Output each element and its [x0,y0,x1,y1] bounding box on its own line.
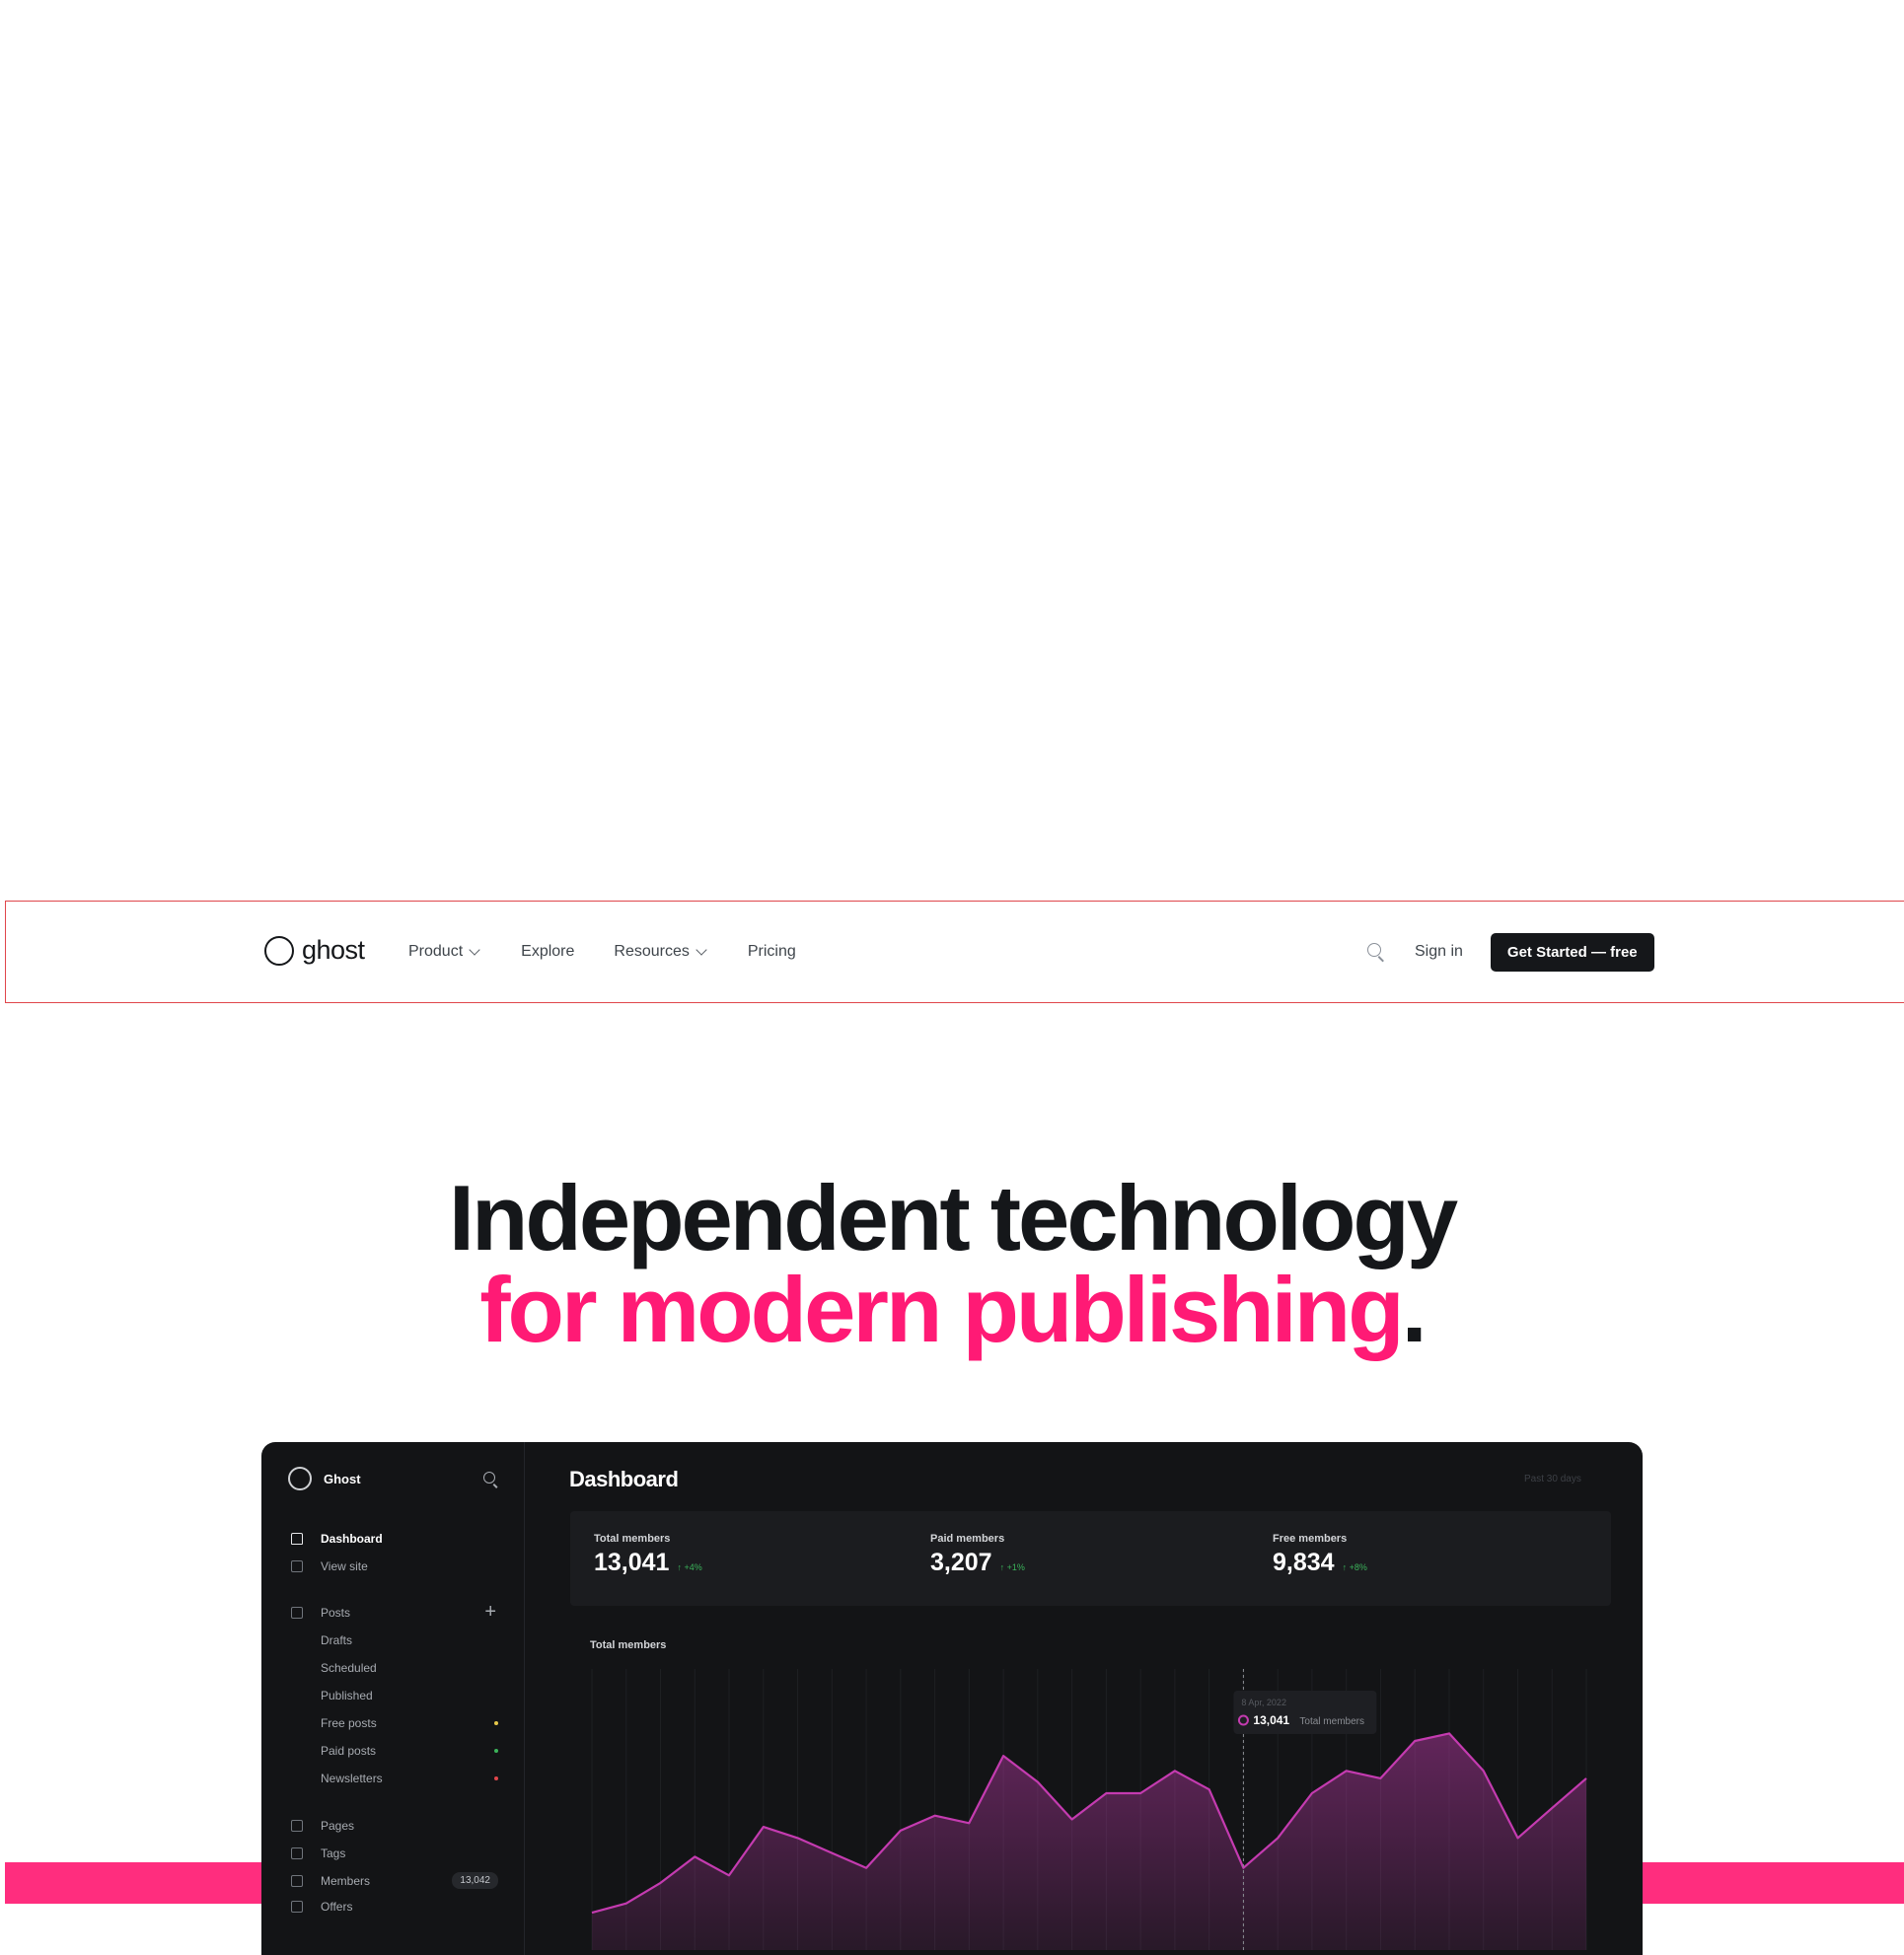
period-select[interactable]: Past 30 days [1524,1474,1581,1484]
stat-change: ↑ +1% [999,1562,1025,1572]
sidebar-item-label: Posts [321,1606,351,1620]
status-dot [494,1721,498,1725]
sidebar-item-label: Scheduled [321,1661,377,1675]
stat-change: ↑ +8% [1342,1562,1367,1572]
nav-pricing-label: Pricing [747,943,796,960]
nav-resources-label: Resources [614,943,690,960]
search-icon[interactable] [483,1472,499,1487]
edit-icon [291,1607,303,1619]
dashboard-title: Dashboard [569,1467,679,1491]
page-icon [291,1820,303,1832]
hero-period: . [1401,1258,1428,1361]
sidebar-item-paid-posts[interactable]: Paid posts [291,1741,498,1761]
sidebar-item-tags[interactable]: Tags [291,1844,498,1863]
stat-value: 3,207 [930,1549,992,1576]
stat-change: ↑ +4% [677,1562,702,1572]
ghost-logo-icon [288,1467,312,1490]
hero-title-line1: Independent technology [448,1166,1458,1269]
stat-free-members: Free members 9,834 ↑ +8% [1273,1533,1367,1577]
chart-area [592,1733,1586,1950]
dashboard-sidebar: Ghost Dashboard View site Posts + Drafts … [261,1442,525,1955]
status-dot [494,1776,498,1780]
plus-icon[interactable]: + [484,1601,496,1624]
nav-explore-label: Explore [521,943,575,960]
nav-pricing[interactable]: Pricing [748,943,796,961]
sidebar-item-view-site[interactable]: View site [291,1557,498,1576]
members-count-badge: 13,042 [452,1872,498,1889]
sidebar-item-label: Newsletters [321,1772,383,1785]
sidebar-item-drafts[interactable]: Drafts [291,1630,498,1650]
members-icon [291,1875,303,1887]
sidebar-item-published[interactable]: Published [291,1686,498,1705]
sidebar-item-scheduled[interactable]: Scheduled [291,1658,498,1678]
sidebar-item-dashboard[interactable]: Dashboard [291,1529,498,1549]
sidebar-item-members[interactable]: Members 13,042 [291,1871,498,1891]
search-icon[interactable] [1365,941,1387,963]
nav-explore[interactable]: Explore [521,943,574,961]
ghost-logo-icon [264,935,294,966]
nav-resources[interactable]: Resources [614,943,707,961]
tooltip-label: Total members [1299,1716,1364,1727]
dashboard-preview: Ghost Dashboard View site Posts + Drafts … [261,1442,1643,1955]
nav-links: Product Explore Resources Pricing [408,902,796,1002]
stat-label: Paid members [930,1533,1005,1545]
home-icon [291,1533,303,1545]
nav-actions: Sign in Get Started — free [1365,902,1654,1002]
sidebar-item-free-posts[interactable]: Free posts [291,1713,498,1733]
site-header: Ghost [288,1467,361,1490]
percent-icon [291,1901,303,1913]
sidebar-item-label: Members [321,1874,371,1888]
layout-icon [291,1560,303,1572]
sidebar-item-posts[interactable]: Posts + [291,1601,498,1624]
signin-link[interactable]: Sign in [1415,943,1463,961]
hero-title-line2: for modern publishing. [0,1261,1904,1359]
ghost-logo[interactable]: ghost [264,935,365,966]
sidebar-item-newsletters[interactable]: Newsletters [291,1769,498,1788]
tag-icon [291,1847,303,1859]
sidebar-item-label: Published [321,1689,373,1702]
chart-svg[interactable]: 8 Apr, 202213,041Total members19 Mar, 20… [570,1629,1611,1955]
sidebar-item-offers[interactable]: Offers [291,1897,498,1917]
sidebar-item-label: Tags [321,1846,346,1860]
site-name: Ghost [324,1471,361,1486]
sidebar-item-label: Paid posts [321,1744,377,1758]
sidebar-item-pages[interactable]: Pages [291,1816,498,1836]
sidebar-item-label: Drafts [321,1633,353,1647]
top-navbar: ghost Product Explore Resources Pricing … [5,901,1904,1003]
logo-text: ghost [302,935,365,965]
stat-paid-members: Paid members 3,207 ↑ +1% [930,1533,1025,1577]
stat-value: 9,834 [1273,1549,1335,1576]
chevron-down-icon [469,943,480,956]
sidebar-item-label: Pages [321,1819,355,1833]
sidebar-item-label: View site [321,1559,368,1573]
sidebar-item-label: Free posts [321,1716,377,1730]
sidebar-item-label: Offers [321,1900,353,1914]
get-started-button[interactable]: Get Started — free [1490,932,1654,972]
stat-label: Free members [1273,1533,1348,1545]
hero-accent-text: for modern publishing [479,1258,1404,1361]
stat-label: Total members [594,1533,671,1545]
nav-product[interactable]: Product [408,943,480,961]
chevron-down-icon [696,943,707,956]
nav-product-label: Product [408,943,464,960]
sidebar-item-label: Dashboard [321,1532,383,1546]
stat-total-members: Total members 13,041 ↑ +4% [594,1533,702,1577]
status-dot [494,1749,498,1753]
stats-panel: Total members 13,041 ↑ +4% Paid members 3… [570,1511,1611,1606]
stat-value: 13,041 [594,1549,670,1576]
tooltip-value: 13,041 [1253,1713,1289,1727]
tooltip-date: 8 Apr, 2022 [1241,1698,1286,1707]
members-chart: Total members 8 Apr, 2022 13,041 Total mem… [570,1629,1611,1955]
